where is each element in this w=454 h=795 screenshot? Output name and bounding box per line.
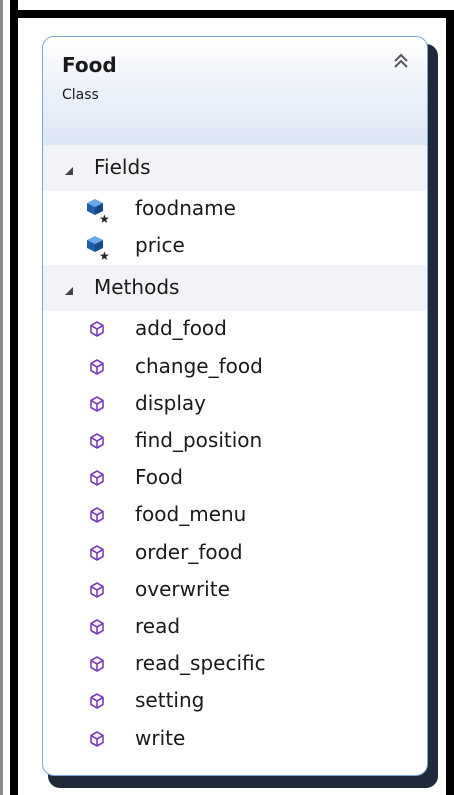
frame-top-border (10, 10, 454, 18)
class-name: Food (62, 53, 117, 77)
method-row[interactable]: setting (43, 684, 427, 720)
window-edge (0, 0, 3, 795)
method-icon (90, 358, 104, 375)
section-toggle[interactable] (63, 162, 75, 175)
svg-text:★: ★ (99, 212, 110, 224)
frame-right-border (446, 10, 454, 795)
method-row[interactable]: read_specific (43, 647, 427, 683)
member-name: setting (135, 688, 205, 713)
section-header-fields[interactable]: Fields (43, 145, 427, 191)
member-name: display (135, 390, 207, 415)
class-box[interactable]: Food Class Fields ★ foodname ★ price Methods a… (42, 36, 428, 776)
method-row[interactable]: display (43, 387, 427, 423)
method-icon (90, 581, 104, 598)
method-icon (90, 544, 104, 561)
double-chevron-up-icon (394, 53, 408, 68)
method-row[interactable]: order_food (43, 536, 427, 572)
section-header-methods[interactable]: Methods (43, 265, 427, 312)
method-icon (90, 395, 104, 412)
member-name: find_position (135, 428, 263, 452)
frame-left-border (10, 0, 18, 795)
method-row[interactable]: Food (43, 461, 427, 497)
row-icon (83, 688, 111, 716)
method-icon (90, 730, 104, 747)
row-icon (83, 465, 111, 493)
member-name: change_food (135, 353, 263, 378)
row-icon: ★ (83, 196, 111, 226)
section-toggle[interactable] (63, 282, 75, 296)
member-name: foodname (135, 196, 236, 220)
member-name: price (135, 233, 185, 258)
member-name: overwrite (135, 576, 230, 601)
method-row[interactable]: find_position (43, 424, 427, 460)
member-name: write (135, 725, 186, 750)
field-icon: ★ (87, 236, 110, 263)
member-name: read (135, 614, 181, 638)
field-row[interactable]: ★ price (43, 229, 427, 265)
section-label: Fields (94, 155, 151, 179)
method-row[interactable]: add_food (43, 312, 427, 348)
member-name: order_food (135, 539, 243, 564)
row-icon (83, 651, 111, 679)
method-icon (90, 693, 104, 710)
method-icon (90, 433, 104, 449)
svg-text:★: ★ (99, 249, 110, 261)
row-icon (83, 540, 111, 568)
row-icon (83, 502, 111, 530)
method-row[interactable]: change_food (43, 350, 427, 386)
field-icon: ★ (87, 199, 110, 226)
method-row[interactable]: overwrite (43, 573, 427, 609)
section-label: Methods (94, 275, 180, 300)
expanded-triangle-icon (65, 167, 73, 175)
expanded-triangle-icon (65, 287, 73, 296)
collapse-button[interactable] (389, 49, 413, 73)
row-icon (83, 577, 111, 605)
row-icon (83, 316, 111, 344)
member-name: add_food (135, 316, 227, 341)
method-row[interactable]: read (43, 610, 427, 646)
method-row[interactable]: food_menu (43, 498, 427, 534)
field-row[interactable]: ★ foodname (43, 192, 427, 228)
method-icon (90, 321, 104, 338)
row-icon (83, 614, 111, 642)
member-name: Food (135, 465, 183, 490)
row-icon: ★ (83, 233, 111, 263)
row-icon (83, 391, 111, 419)
method-icon (90, 470, 104, 486)
class-kind: Class (62, 87, 99, 103)
method-icon (90, 507, 104, 524)
member-name: read_specific (135, 651, 266, 676)
row-icon (83, 428, 111, 456)
class-header: Food Class (43, 37, 427, 146)
row-icon (83, 726, 111, 754)
member-name: food_menu (135, 502, 247, 527)
method-row[interactable]: write (43, 722, 427, 758)
method-icon (90, 656, 104, 672)
method-icon (90, 619, 104, 635)
row-icon (83, 354, 111, 382)
